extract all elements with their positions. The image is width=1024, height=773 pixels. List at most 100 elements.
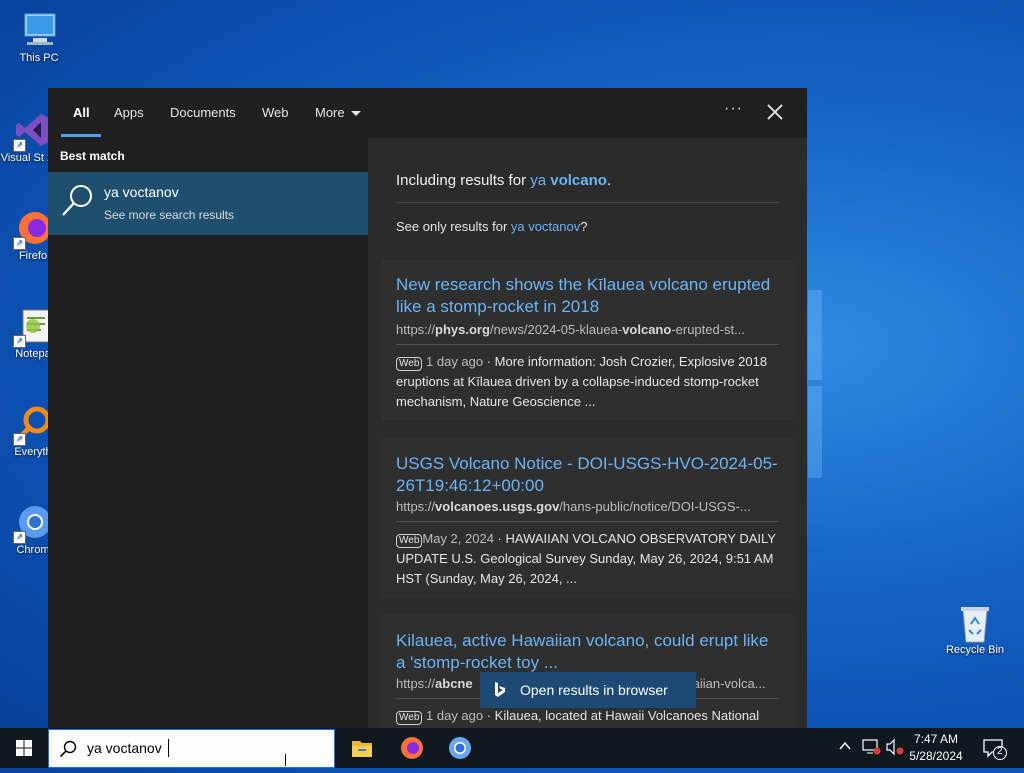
web-badge: Web: [396, 534, 423, 548]
recycle-bin-icon: [955, 602, 995, 643]
open-results-label: Open results in browser: [520, 682, 668, 698]
result-date: 1 day ago: [426, 708, 484, 723]
result-url: https://phys.org/news/2024-05-klauea-vol…: [396, 322, 779, 337]
result-snippet: Web 1 day ago · More information: Josh C…: [396, 352, 787, 412]
volume-muted-icon: [886, 738, 904, 756]
wallpaper-beam: [808, 386, 822, 478]
best-match-subtitle: See more search results: [104, 208, 235, 222]
search-icon: [62, 185, 92, 216]
web-result-card[interactable]: Kilauea, active Hawaiian volcano, could …: [382, 614, 793, 728]
action-center-button[interactable]: 2: [982, 737, 1008, 764]
show-hidden-icons-chevron[interactable]: [838, 738, 852, 757]
corrected-query-part: ya: [530, 172, 551, 189]
result-url: https://volcanoes.usgs.gov/hans-public/n…: [396, 499, 779, 514]
tab-all[interactable]: All: [73, 105, 90, 120]
open-results-in-browser-button[interactable]: Open results in browser: [480, 672, 696, 708]
see-only-suffix: ?: [580, 219, 588, 234]
web-result-card[interactable]: New research shows the Kīlauea volcano e…: [382, 260, 793, 420]
result-title[interactable]: New research shows the Kīlauea volcano e…: [396, 274, 779, 318]
chevron-down-icon: [350, 111, 361, 117]
url-prefix: https://: [396, 322, 436, 337]
result-date: May 2, 2024: [422, 531, 494, 546]
web-results-column: Including results for ya volcano. See on…: [368, 138, 807, 728]
firefox-icon: ↗: [13, 208, 53, 250]
best-match-item[interactable]: ya voctanov See more search results: [48, 172, 368, 235]
search-icon: [59, 740, 77, 758]
network-disconnected-icon: [862, 739, 881, 755]
shortcut-arrow-icon: ↗: [13, 237, 26, 250]
chevron-up-icon: [839, 741, 851, 750]
see-only-prefix: See only results for: [396, 219, 511, 234]
taskbar: ya voctanov 7:47 AM 5/28/2024 2: [0, 728, 1024, 768]
web-badge: Web: [396, 357, 423, 371]
corrected-query-bold: volcano: [550, 172, 607, 189]
including-suffix: .: [606, 172, 612, 189]
bing-icon: [495, 682, 505, 697]
start-button[interactable]: [0, 728, 48, 768]
taskbar-search-box[interactable]: ya voctanov: [48, 729, 335, 768]
text-cursor-icon: [168, 739, 169, 757]
url-path: /hans-public/notice/DOI-USGS-...: [559, 499, 751, 514]
computer-icon: [19, 10, 59, 50]
shortcut-arrow-icon: ↗: [13, 335, 26, 348]
including-results-text: Including results for ya volcano.: [396, 172, 611, 189]
notepad-icon: ↗: [13, 306, 53, 348]
desktop-icon-recycle-bin[interactable]: Recycle Bin: [940, 602, 1010, 656]
windows-logo-icon: [16, 740, 32, 756]
taskbar-file-explorer[interactable]: [340, 732, 384, 764]
search-tabs: All Apps Documents Web More ···: [48, 88, 807, 138]
wallpaper-beam: [808, 290, 822, 380]
active-tab-indicator: [61, 134, 101, 137]
url-prefix: https://: [396, 676, 436, 691]
url-prefix: https://: [396, 499, 436, 514]
url-domain: volcanoes.usgs.gov: [435, 499, 560, 514]
result-separator: [396, 344, 779, 345]
everything-icon: ↗: [13, 404, 53, 446]
tab-web[interactable]: Web: [262, 105, 289, 120]
result-snippet-text: · Kilauea, located at Hawaii Volcanoes N…: [483, 708, 760, 723]
more-options-icon[interactable]: ···: [724, 100, 743, 118]
original-query-link[interactable]: ya voctanov: [511, 219, 580, 234]
taskbar-chromium[interactable]: [438, 732, 482, 764]
desktop-icon-this-pc[interactable]: This PC: [4, 10, 74, 64]
url-path: /news/2024-05-klauea-: [489, 322, 623, 337]
ibeam-cursor-icon: [285, 754, 288, 766]
url-domain: phys.org: [435, 322, 490, 337]
shortcut-arrow-icon: ↗: [13, 139, 26, 152]
url-domain: abcne: [435, 676, 473, 691]
tab-more-label: More: [315, 105, 345, 120]
firefox-icon: [401, 737, 423, 759]
chromium-icon: [449, 737, 471, 759]
result-separator: [396, 521, 779, 522]
best-match-column: Best match ya voctanov See more search r…: [48, 138, 368, 728]
tab-documents[interactable]: Documents: [170, 105, 236, 120]
network-status[interactable]: [861, 738, 881, 759]
tab-apps[interactable]: Apps: [114, 105, 144, 120]
divider: [396, 202, 779, 203]
result-title[interactable]: USGS Volcano Notice - DOI-USGS-HVO-2024-…: [396, 453, 779, 497]
url-keyword: volcano: [622, 322, 672, 337]
web-result-card[interactable]: USGS Volcano Notice - DOI-USGS-HVO-2024-…: [382, 437, 793, 597]
url-path-rest: aiian-volca...: [692, 676, 766, 691]
best-match-header: Best match: [60, 149, 125, 163]
clock-date: 5/28/2024: [909, 749, 963, 763]
best-match-title: ya voctanov: [104, 184, 179, 200]
volume-control[interactable]: [885, 738, 905, 759]
tab-more[interactable]: More: [315, 105, 361, 120]
see-only-results-text: See only results for ya voctanov?: [396, 219, 588, 234]
shortcut-arrow-icon: ↗: [13, 433, 26, 446]
result-snippet: Web 1 day ago · Kilauea, located at Hawa…: [396, 706, 787, 726]
corrected-query-link[interactable]: ya volcano: [530, 172, 607, 189]
clock-time: 7:47 AM: [913, 732, 959, 746]
result-title[interactable]: Kilauea, active Hawaiian volcano, could …: [396, 630, 779, 674]
url-path-rest: -erupted-st...: [671, 322, 746, 337]
close-icon[interactable]: [765, 102, 785, 122]
result-snippet: Web May 2, 2024 · HAWAIIAN VOLCANO OBSERV…: [396, 529, 787, 589]
notification-icon: [983, 739, 1007, 760]
including-prefix: Including results for: [396, 172, 531, 189]
search-input[interactable]: ya voctanov: [87, 740, 162, 756]
taskbar-clock[interactable]: 7:47 AM 5/28/2024: [906, 731, 966, 765]
search-panel: All Apps Documents Web More ··· Best mat…: [48, 88, 807, 728]
chromium-icon: ↗: [13, 502, 53, 544]
taskbar-firefox[interactable]: [390, 732, 434, 764]
